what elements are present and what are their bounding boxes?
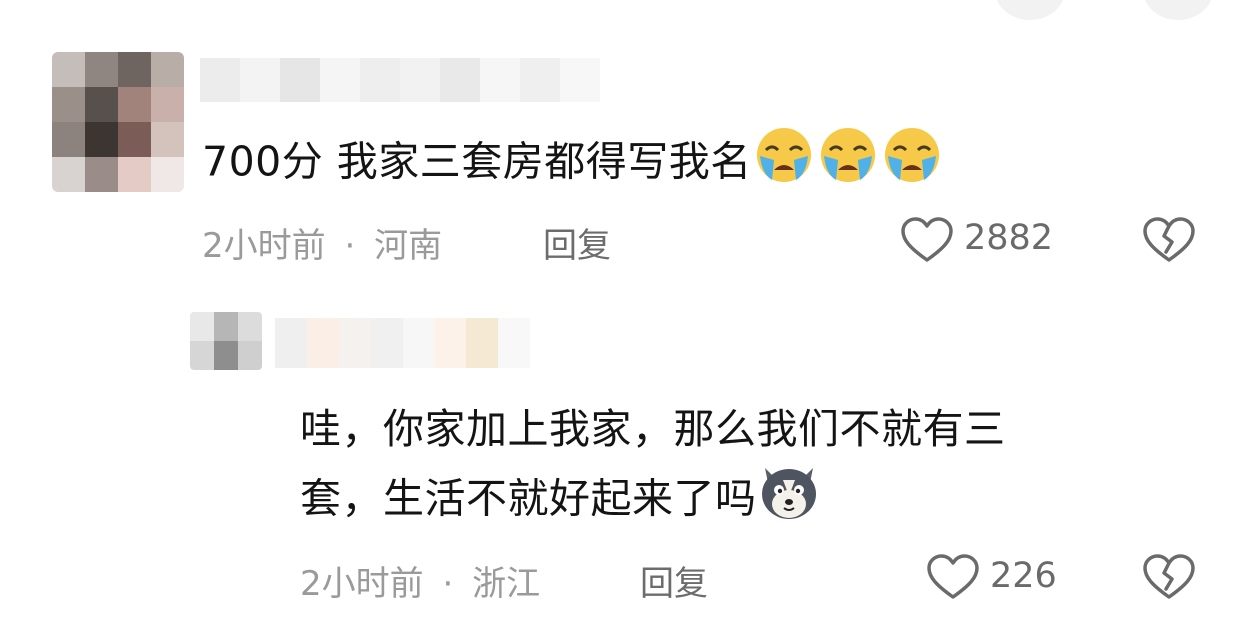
dislike-broken-heart-icon[interactable] xyxy=(1142,216,1196,264)
loudly-crying-face-emoji xyxy=(752,126,816,203)
like-heart-icon[interactable] xyxy=(900,216,954,264)
comment-meta: 2小时前 · 河南 xyxy=(202,218,442,267)
username-blurred[interactable] xyxy=(275,318,530,368)
comment-meta: 2小时前 · 浙江 xyxy=(300,556,540,605)
meta-separator: · xyxy=(344,226,356,266)
like-heart-icon[interactable] xyxy=(926,553,980,601)
like-count: 2882 xyxy=(964,218,1054,258)
comment-location: 浙江 xyxy=(472,564,541,604)
comment-text: 哇，你家加上我家，那么我们不就有三 套，生活不就好起来了吗 xyxy=(300,396,1200,541)
avatar[interactable] xyxy=(190,312,262,370)
avatar[interactable] xyxy=(52,52,184,192)
comment-time: 2小时前 xyxy=(300,564,424,604)
meta-separator: · xyxy=(442,564,454,604)
loudly-crying-face-emoji xyxy=(880,126,944,203)
like-count: 226 xyxy=(990,556,1057,596)
comment-location: 河南 xyxy=(374,226,443,266)
top-action-circle xyxy=(1143,0,1213,20)
comment-text-line: 套，生活不就好起来了吗 xyxy=(300,474,757,523)
top-action-circle xyxy=(995,0,1065,20)
husky-dog-emoji xyxy=(757,462,821,541)
comment-text: 700分 我家三套房都得写我名 xyxy=(202,126,944,203)
comment-time: 2小时前 xyxy=(202,226,326,266)
reply-button[interactable]: 回复 xyxy=(640,556,708,605)
loudly-crying-face-emoji xyxy=(816,126,880,203)
comment-text-content: 700分 我家三套房都得写我名 xyxy=(202,137,752,186)
dislike-broken-heart-icon[interactable] xyxy=(1142,553,1196,601)
username-blurred[interactable] xyxy=(200,58,600,102)
reply-button[interactable]: 回复 xyxy=(543,218,611,267)
comment-text-line: 哇，你家加上我家，那么我们不就有三 xyxy=(300,405,1006,453)
